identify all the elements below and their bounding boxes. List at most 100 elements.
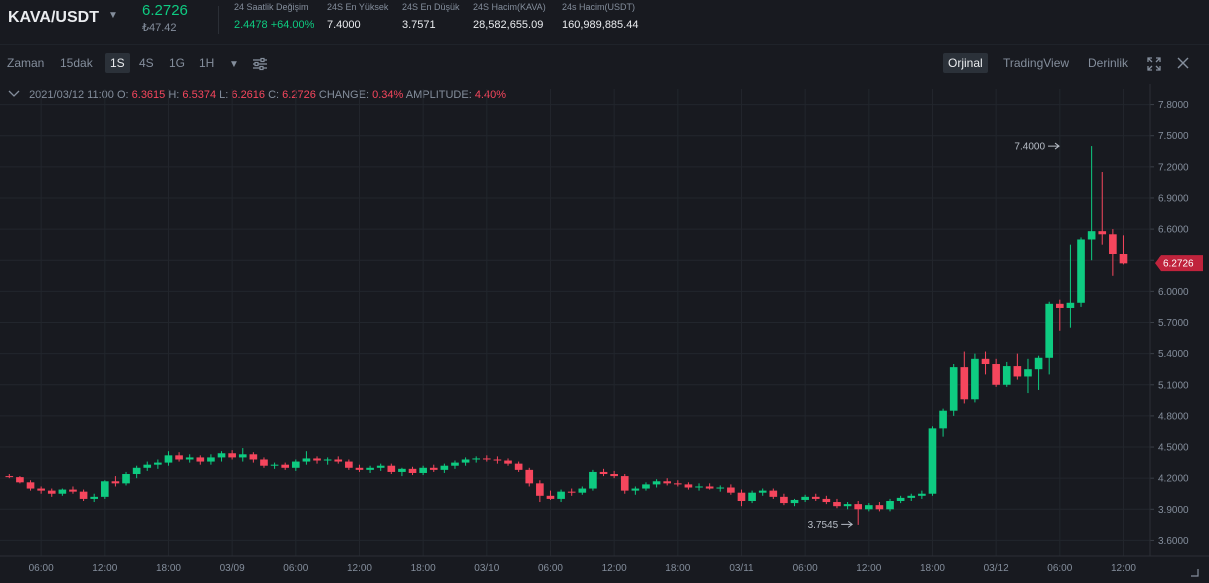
candle-body [758,490,767,493]
y-tick-label: 4.2000 [1158,474,1189,485]
candle-body [589,471,597,489]
candle-body [1013,366,1022,377]
candle-body [939,410,947,429]
view-original-tab[interactable]: Orjinal [943,53,988,73]
x-tick-label: 03/12 [984,563,1009,574]
interval-4h[interactable]: 4S [134,53,159,73]
pair-name[interactable]: KAVA/USDT [8,9,99,27]
last-price: 6.2726 [142,2,188,19]
candle-body [971,358,979,400]
candle-body [69,489,77,492]
pair-dropdown-icon[interactable]: ▼ [108,10,118,21]
candle-body [196,457,205,462]
candle-body [780,496,788,504]
y-tick-label: 4.5000 [1158,443,1189,454]
candle-body [684,484,693,488]
interval-1w[interactable]: 1H [194,53,219,73]
candle-body [1119,254,1128,264]
view-tradingview-tab[interactable]: TradingView [998,53,1074,73]
interval-1h[interactable]: 1S [105,53,130,73]
candle-body [864,505,873,510]
candle-body [482,458,491,460]
candle-body [1024,369,1032,377]
y-tick-label: 5.1000 [1158,380,1189,391]
candle-body [323,459,332,461]
candle-body [154,462,162,465]
x-tick-label: 18:00 [156,563,181,574]
candle-body [918,493,926,496]
candle-body [100,481,109,497]
view-depth-tab[interactable]: Derinlik [1083,53,1133,73]
candle-body [854,504,863,510]
y-tick-label: 6.0000 [1158,287,1189,298]
candle-body [748,492,756,501]
settings-sliders-icon[interactable] [252,56,268,77]
candle-body [801,496,809,500]
candle-body [514,463,523,470]
candle-body [737,492,746,501]
x-tick-label: 12:00 [856,563,881,574]
candle-body [376,465,385,468]
candle-body [642,484,650,489]
candle-body [663,481,672,484]
interval-1d[interactable]: 1G [164,53,190,73]
candle-body [451,462,459,466]
candle-body [429,467,438,470]
x-tick-label: 03/10 [474,563,499,574]
candle-body [493,459,502,461]
candle-body [1109,234,1117,255]
candle-body [366,467,374,470]
stat-value: 160,989,885.44 [562,19,639,31]
candle-body [578,488,587,493]
candle-body [334,459,343,462]
candle-body [525,469,534,484]
candle-body [16,477,24,483]
market-header: KAVA/USDT ▼ 6.2726 ₺47.42 24 Saatlik Değ… [0,0,1209,45]
candle-body [536,483,544,496]
candle-body [260,459,268,466]
candle-body [270,464,279,466]
stat-label: 24S Hacim(KAVA) [473,2,546,12]
stat-label: 24S En Düşük [402,2,460,12]
candle-body [811,496,820,499]
y-tick-label: 6.9000 [1158,193,1189,204]
candle-body [111,481,120,484]
candle-body [1045,303,1054,358]
candle-body [249,454,258,460]
candle-body [185,457,194,460]
candle-body [143,464,152,468]
candle-body [843,504,852,507]
more-intervals-icon[interactable]: ▼ [229,59,239,70]
candle-body [37,488,45,491]
candle-body [132,467,141,475]
stat-24h-volume-quote: 24s Hacim(USDT) 160,989,885.44 [562,2,638,31]
candle-body [1055,303,1064,308]
y-tick-label: 7.8000 [1158,100,1189,111]
candle-body [546,495,555,499]
candle-body [896,497,905,501]
stat-value: 7.4000 [327,19,361,31]
candle-body [928,428,937,494]
candlestick-chart[interactable]: 7.80007.50007.20006.90006.60006.30006.00… [0,84,1209,583]
candle-body [1098,231,1107,235]
candle-body [673,483,682,485]
candle-body [5,476,14,478]
x-tick-label: 12:00 [1111,563,1136,574]
fullscreen-icon[interactable] [1146,56,1162,77]
candle-body [620,476,629,491]
x-tick-label: 03/09 [220,563,245,574]
x-tick-label: 18:00 [920,563,945,574]
candle-body [1077,239,1085,303]
stat-24h-low: 24S En Düşük 3.7571 [402,2,460,31]
candle-body [90,496,99,499]
candle-body [1002,366,1011,385]
time-label: Zaman [7,56,45,70]
candle-body [992,364,1000,385]
candle-body [567,491,576,493]
candle-body [1087,231,1096,240]
interval-15m[interactable]: 15dak [55,53,98,73]
candle-body [47,490,56,494]
candle-body [716,487,725,489]
close-icon[interactable] [1176,56,1190,75]
candle-body [695,486,703,488]
